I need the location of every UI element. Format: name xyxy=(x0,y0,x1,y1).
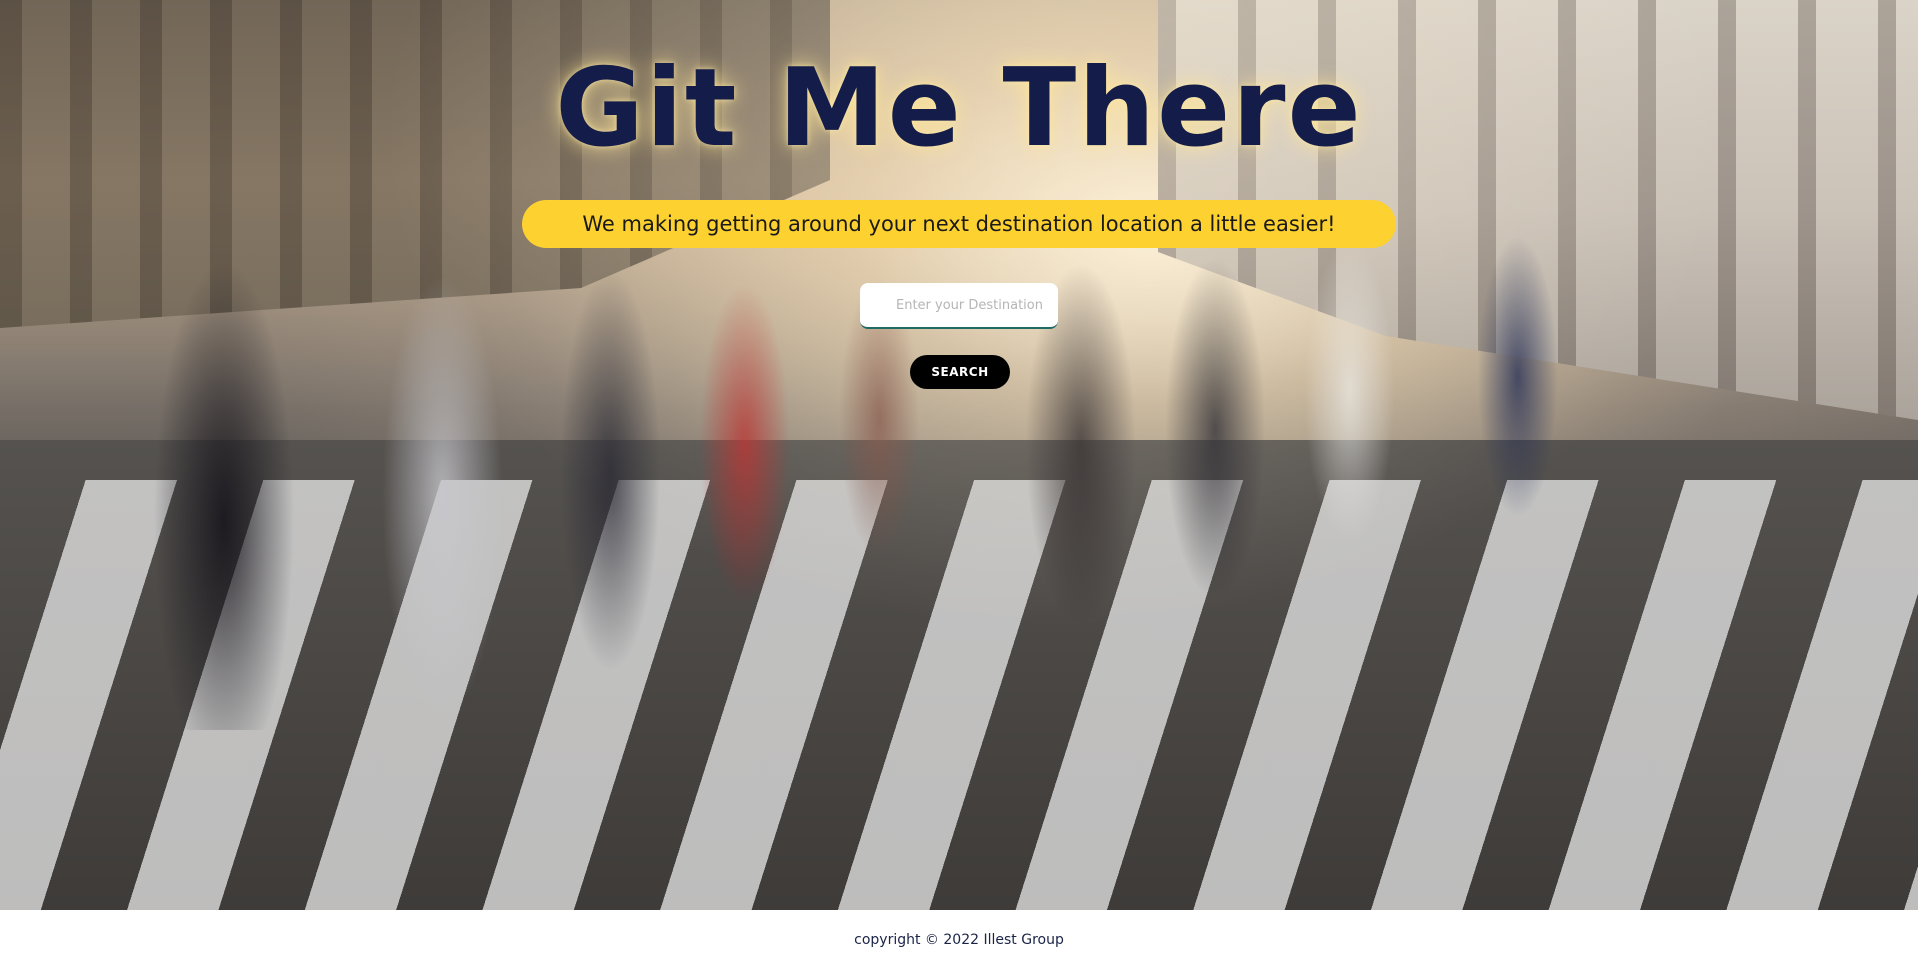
tagline-banner: We making getting around your next desti… xyxy=(522,200,1396,248)
page-title: Git Me There xyxy=(555,46,1363,171)
destination-search-input[interactable] xyxy=(860,283,1058,329)
hero-section: Git Me There We making getting around yo… xyxy=(0,0,1918,910)
tagline-text: We making getting around your next desti… xyxy=(582,212,1336,236)
footer: copyright © 2022 Illest Group xyxy=(0,910,1918,970)
copyright-text: copyright © 2022 Illest Group xyxy=(854,932,1064,948)
search-button[interactable]: SEARCH xyxy=(910,355,1010,389)
